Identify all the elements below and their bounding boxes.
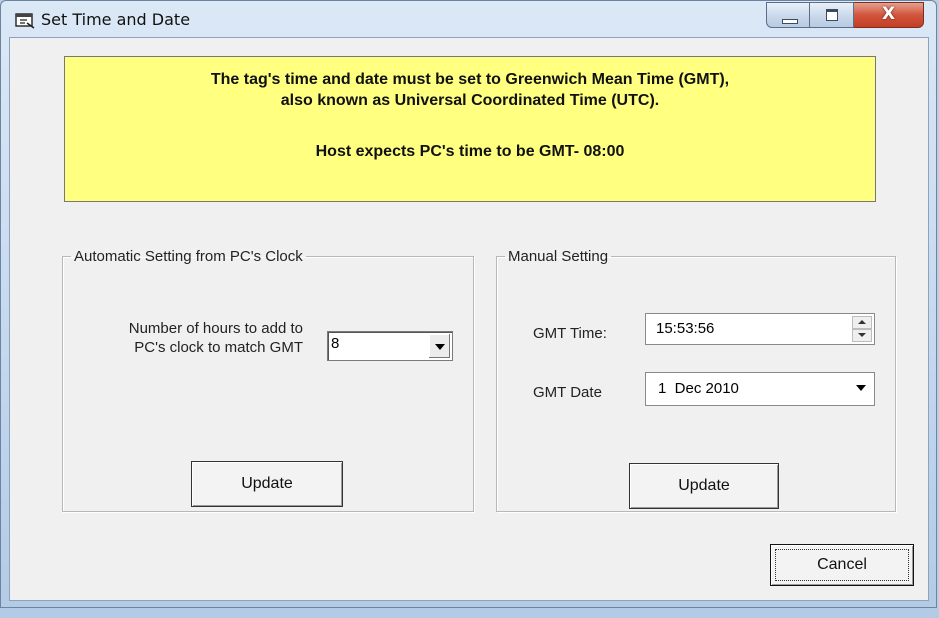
- notice-line-1: The tag's time and date must be set to G…: [210, 71, 730, 88]
- gmt-notice-banner: The tag's time and date must be set to G…: [64, 56, 876, 202]
- close-button[interactable]: X: [854, 2, 924, 28]
- dialog-client-area: The tag's time and date must be set to G…: [9, 37, 929, 601]
- set-time-date-window: Set Time and Date X The tag's time and d…: [0, 0, 937, 608]
- manual-setting-legend: Manual Setting: [508, 248, 609, 265]
- title-bar[interactable]: Set Time and Date X: [1, 1, 936, 37]
- hours-offset-value: 8: [331, 335, 340, 352]
- gmt-time-label: GMT Time:: [533, 325, 607, 342]
- app-window-icon: [15, 11, 37, 31]
- cancel-button[interactable]: Cancel: [770, 544, 914, 586]
- close-icon: X: [881, 4, 896, 24]
- maximize-icon: [826, 9, 838, 21]
- focus-rectangle: [775, 549, 909, 581]
- manual-setting-group: Manual Setting GMT Time: 15:53:56 GMT Da…: [496, 248, 896, 512]
- hours-to-add-label: Number of hours to add to PC's clock to …: [79, 319, 303, 357]
- hours-offset-dropdown[interactable]: 8: [327, 331, 453, 361]
- gmt-time-input[interactable]: 15:53:56: [645, 313, 875, 345]
- automatic-setting-legend: Automatic Setting from PC's Clock: [74, 248, 303, 265]
- gmt-date-value: 1 Dec 2010: [658, 380, 739, 397]
- minimize-icon: [782, 19, 798, 24]
- gmt-time-value: 15:53:56: [656, 320, 715, 337]
- minimize-button[interactable]: [766, 2, 810, 28]
- chevron-down-icon[interactable]: [850, 375, 872, 403]
- spin-up-icon[interactable]: [852, 316, 872, 329]
- gmt-date-label: GMT Date: [533, 384, 602, 401]
- notice-line-3: Host expects PC's time to be GMT- 08:00: [315, 143, 625, 160]
- manual-update-button[interactable]: Update: [629, 463, 779, 509]
- window-controls: X: [766, 2, 924, 28]
- gmt-date-picker[interactable]: 1 Dec 2010: [645, 372, 875, 406]
- hours-to-add-label-line2: PC's clock to match GMT: [134, 339, 303, 356]
- desktop-background: [0, 608, 939, 618]
- time-spinner[interactable]: [852, 316, 872, 342]
- automatic-setting-group: Automatic Setting from PC's Clock Number…: [62, 248, 474, 512]
- maximize-button[interactable]: [810, 2, 854, 28]
- automatic-update-button[interactable]: Update: [191, 461, 343, 507]
- chevron-down-icon[interactable]: [428, 334, 450, 358]
- hours-to-add-label-line1: Number of hours to add to: [128, 320, 303, 337]
- window-title: Set Time and Date: [41, 10, 191, 29]
- notice-line-2: also known as Universal Coordinated Time…: [280, 92, 660, 109]
- spin-down-icon[interactable]: [852, 329, 872, 342]
